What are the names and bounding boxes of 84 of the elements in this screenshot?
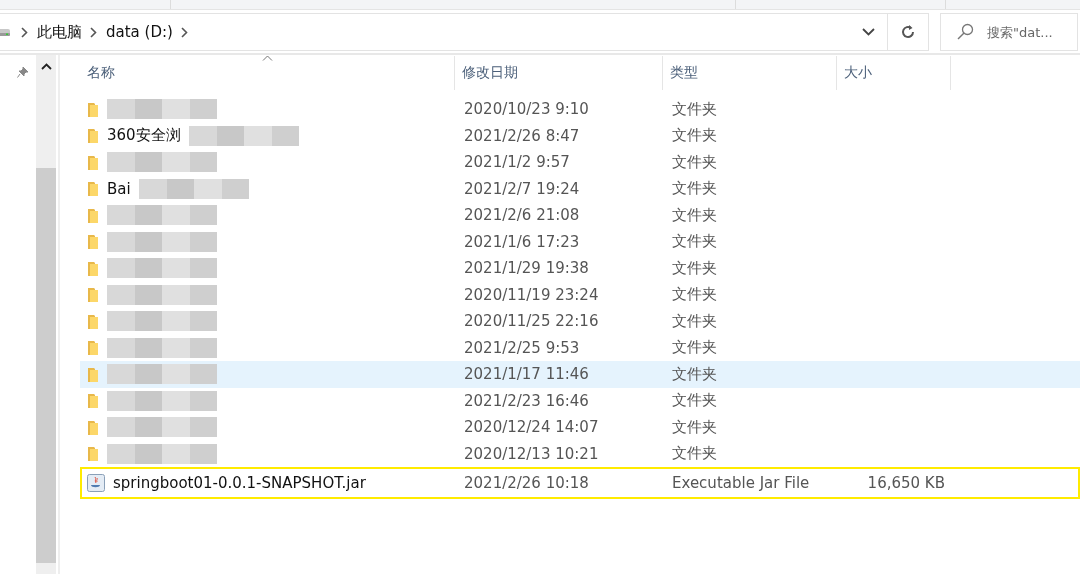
file-type: 文件夹 <box>671 258 718 278</box>
modified-date: 2021/2/26 10:18 <box>463 474 590 492</box>
folder-icon <box>87 233 99 251</box>
column-header[interactable]: 大小 <box>837 56 951 90</box>
folder-icon <box>87 153 99 171</box>
modified-date: 2021/2/25 9:53 <box>463 338 581 357</box>
file-row[interactable]: Bai 2021/2/7 19:24 文件夹 <box>80 175 1080 202</box>
file-type: 文件夹 <box>671 444 718 464</box>
file-row[interactable]: 2021/1/29 19:38 文件夹 <box>80 255 1080 282</box>
folder-icon <box>87 365 99 383</box>
file-type: 文件夹 <box>671 126 718 146</box>
column-header[interactable]: 名称 <box>80 56 455 90</box>
file-row[interactable]: 360安全浏 2021/2/26 8:47 文件夹 <box>80 122 1080 149</box>
file-type: 文件夹 <box>671 99 718 119</box>
file-row[interactable]: 2020/10/23 9:10 文件夹 <box>80 96 1080 123</box>
file-type: 文件夹 <box>671 338 718 358</box>
modified-date: 2021/1/6 17:23 <box>463 232 581 251</box>
folder-icon <box>87 127 99 145</box>
modified-date: 2021/2/23 16:46 <box>463 391 590 410</box>
folder-icon <box>87 206 99 224</box>
column-header[interactable]: 类型 <box>663 56 837 90</box>
file-name: springboot01-0.0.1-SNAPSHOT.jar <box>113 474 366 492</box>
pin-icon[interactable] <box>17 66 29 78</box>
breadcrumb[interactable]: data (D:) <box>106 23 173 41</box>
modified-date: 2021/1/17 11:46 <box>463 365 590 384</box>
search-icon <box>957 23 974 40</box>
scrollbar[interactable] <box>36 55 56 574</box>
drive-icon <box>0 27 10 37</box>
file-name: 360安全浏 <box>107 126 181 146</box>
folder-icon <box>87 339 99 357</box>
file-type: Executable Jar File <box>671 474 811 492</box>
file-type: 文件夹 <box>671 391 718 411</box>
file-row[interactable]: 2020/12/13 10:21 文件夹 <box>80 440 1080 467</box>
file-type: 文件夹 <box>671 179 718 199</box>
modified-date: 2021/1/2 9:57 <box>463 153 571 172</box>
modified-date: 2020/12/13 10:21 <box>463 444 600 463</box>
file-row[interactable]: 2021/1/2 9:57 文件夹 <box>80 149 1080 176</box>
address-bar[interactable]: 此电脑 data (D:) <box>0 13 929 51</box>
file-row[interactable]: 2021/2/6 21:08 文件夹 <box>80 202 1080 229</box>
sort-icon <box>262 55 273 61</box>
file-row[interactable]: springboot01-0.0.1-SNAPSHOT.jar 2021/2/26 10:18 Executable Jar File 16,650 KB <box>80 467 1080 499</box>
folder-icon <box>87 418 99 436</box>
breadcrumb[interactable]: 此电脑 <box>37 22 82 42</box>
file-row[interactable]: 2021/2/23 16:46 文件夹 <box>80 387 1080 414</box>
modified-date: 2021/2/6 21:08 <box>463 206 581 225</box>
file-row[interactable]: 2021/2/25 9:53 文件夹 <box>80 334 1080 361</box>
modified-date: 2021/1/29 19:38 <box>463 259 590 278</box>
file-row[interactable]: 2020/11/19 23:24 文件夹 <box>80 281 1080 308</box>
folder-icon <box>87 259 99 277</box>
dropdown-icon[interactable] <box>862 28 875 36</box>
java-file-icon <box>87 474 105 492</box>
file-type: 文件夹 <box>671 311 718 331</box>
refresh-icon <box>900 24 916 40</box>
folder-icon <box>87 392 99 410</box>
modified-date: 2020/11/25 22:16 <box>463 312 600 331</box>
file-type: 文件夹 <box>671 152 718 172</box>
file-row[interactable]: 2021/1/6 17:23 文件夹 <box>80 228 1080 255</box>
scroll-up-icon[interactable] <box>40 63 52 70</box>
file-type: 文件夹 <box>671 205 718 225</box>
file-name: Bai <box>107 179 131 198</box>
chevron-icon[interactable] <box>180 26 188 38</box>
file-size: 16,650 KB <box>867 474 945 492</box>
file-row[interactable]: 2020/11/25 22:16 文件夹 <box>80 308 1080 335</box>
modified-date: 2020/10/23 9:10 <box>463 100 590 119</box>
modified-date: 2021/2/26 8:47 <box>463 126 581 145</box>
modified-date: 2021/2/7 19:24 <box>463 179 581 198</box>
search-field[interactable]: 搜索"dat... <box>940 13 1078 51</box>
modified-date: 2020/11/19 23:24 <box>463 285 600 304</box>
modified-date: 2020/12/24 14:07 <box>463 418 600 437</box>
file-row[interactable]: 2020/12/24 14:07 文件夹 <box>80 414 1080 441</box>
chevron-icon[interactable] <box>90 26 97 38</box>
folder-icon <box>87 100 99 118</box>
file-type: 文件夹 <box>671 232 718 252</box>
folder-icon <box>87 180 99 198</box>
scrollbar-thumb[interactable] <box>36 168 56 563</box>
folder-icon <box>87 286 99 304</box>
file-type: 文件夹 <box>671 364 718 384</box>
folder-icon <box>87 312 99 330</box>
file-row[interactable]: 2021/1/17 11:46 文件夹 <box>80 361 1080 388</box>
folder-icon <box>87 445 99 463</box>
file-type: 文件夹 <box>671 417 718 437</box>
file-type: 文件夹 <box>671 285 718 305</box>
column-header[interactable]: 修改日期 <box>455 56 663 90</box>
chevron-icon[interactable] <box>21 26 28 38</box>
